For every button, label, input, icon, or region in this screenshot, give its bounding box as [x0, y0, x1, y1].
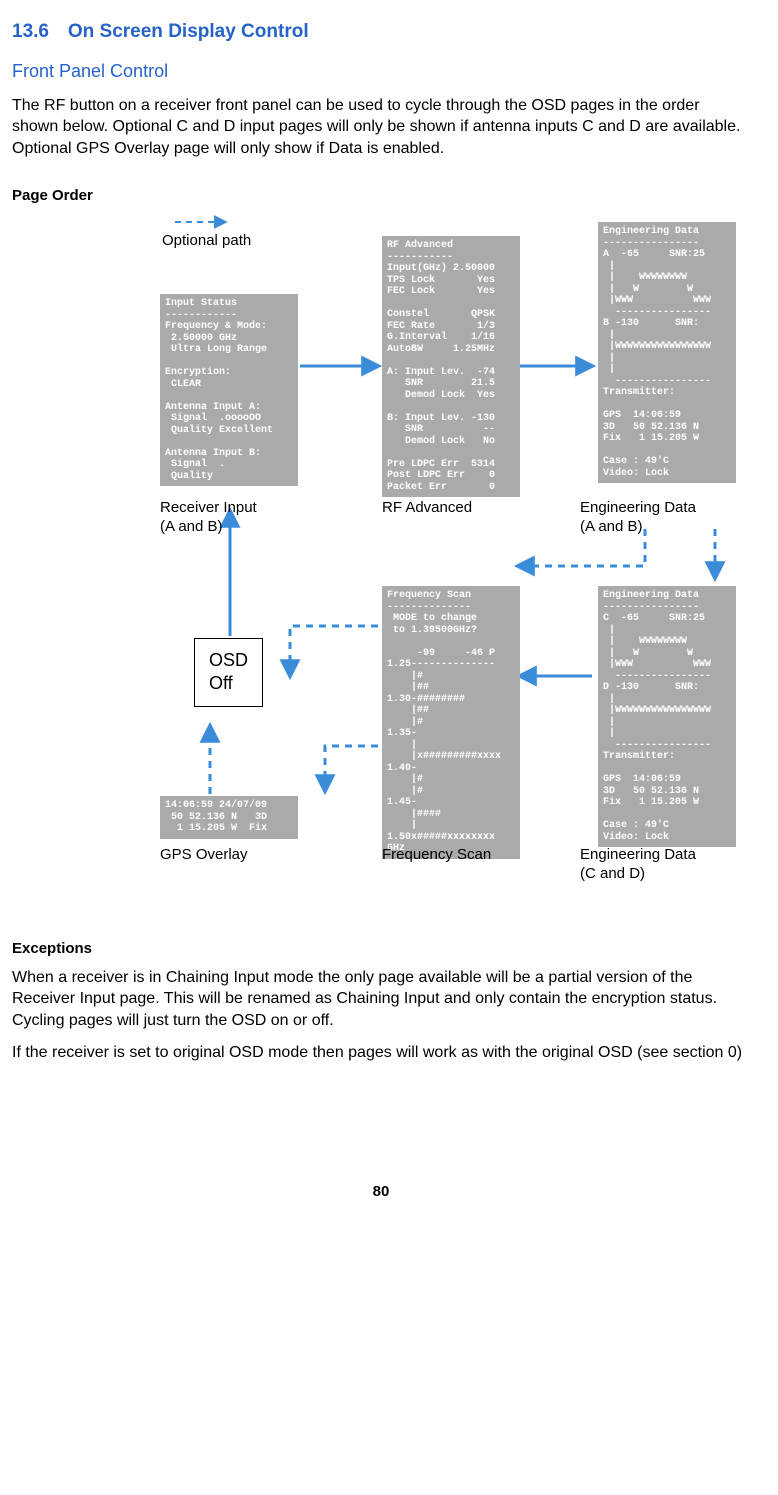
exceptions-paragraph-2: If the receiver is set to original OSD m… — [12, 1042, 750, 1064]
section-number: 13.6 — [12, 20, 49, 44]
exceptions-label: Exceptions — [12, 940, 160, 959]
osd-off-box: OSD Off — [194, 638, 263, 707]
intro-paragraph: The RF button on a receiver front panel … — [12, 95, 750, 160]
osd-input-status: Input Status ------------ Frequency & Mo… — [160, 294, 298, 486]
caption-rf-advanced: RF Advanced — [382, 499, 472, 518]
caption-freq-scan: Frequency Scan — [382, 846, 491, 865]
page-order-diagram: Optional path Input Status ------------ … — [160, 206, 750, 926]
caption-eng-cd: Engineering Data (C and D) — [580, 846, 696, 884]
osd-gps-overlay: 14:06:59 24/07/09 50 52.136 N 3D 1 15.20… — [160, 796, 298, 839]
exceptions-paragraph-1: When a receiver is in Chaining Input mod… — [12, 967, 750, 1032]
osd-rf-advanced: RF Advanced ----------- Input(GHz) 2.500… — [382, 236, 520, 497]
optional-path-label: Optional path — [162, 232, 251, 251]
osd-engineering-cd: Engineering Data ---------------- C -65 … — [598, 586, 736, 847]
page-number: 80 — [12, 1183, 750, 1202]
osd-frequency-scan: Frequency Scan -------------- MODE to ch… — [382, 586, 520, 859]
caption-eng-ab: Engineering Data (A and B) — [580, 499, 696, 537]
caption-gps: GPS Overlay — [160, 846, 248, 865]
subheading: Front Panel Control — [12, 60, 750, 83]
section-title: On Screen Display Control — [68, 21, 309, 42]
page-order-label: Page Order — [12, 187, 160, 206]
caption-receiver-input: Receiver Input (A and B) — [160, 499, 257, 537]
osd-engineering-ab: Engineering Data ---------------- A -65 … — [598, 222, 736, 483]
